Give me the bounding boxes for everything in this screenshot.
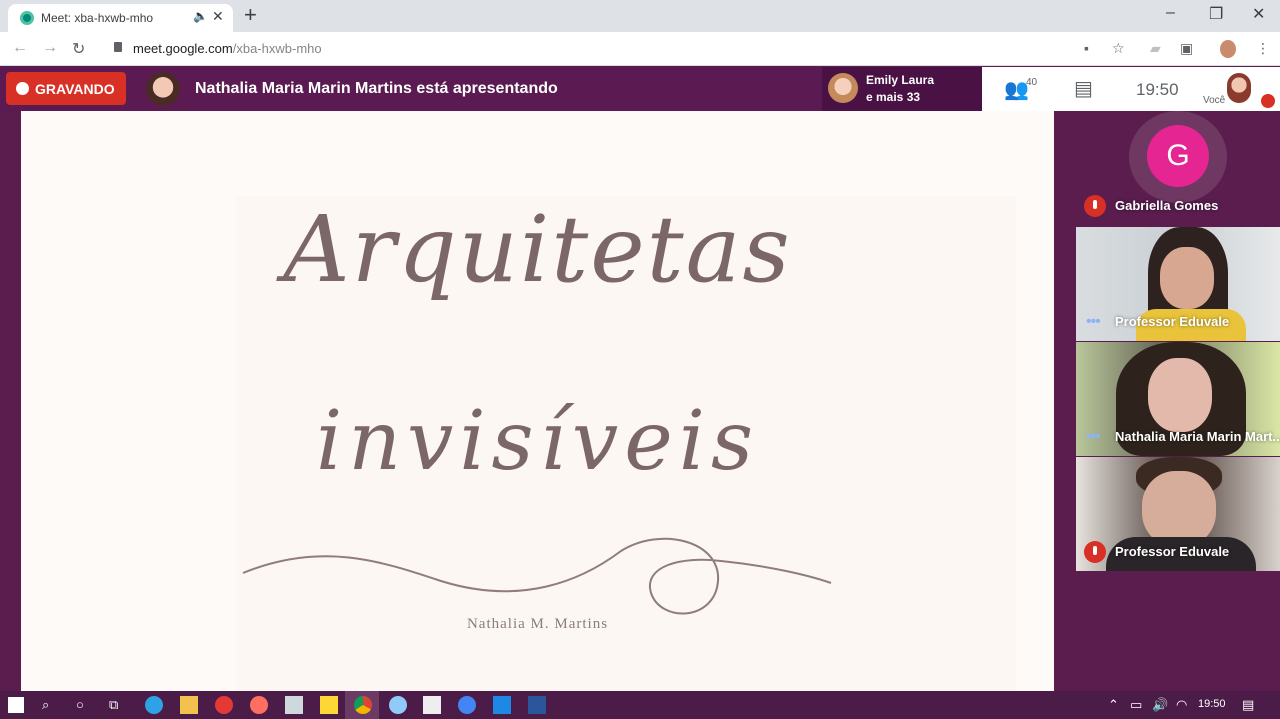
presentation-viewers[interactable]: Emily Laura e mais 33 bbox=[822, 67, 982, 111]
recording-label: GRAVANDO bbox=[35, 81, 115, 97]
google-icon[interactable] bbox=[458, 696, 476, 714]
extension-k-icon[interactable]: ▣ bbox=[1180, 40, 1193, 57]
participant-face bbox=[1160, 247, 1214, 309]
calculator-icon[interactable] bbox=[285, 696, 303, 714]
volume-icon[interactable]: 🔊 bbox=[1152, 697, 1168, 713]
meet-favicon-icon bbox=[20, 11, 34, 25]
star-icon[interactable]: ☆ bbox=[1112, 40, 1125, 57]
presentation-slide: Arquitetas invisíveis Nathalia M. Martin… bbox=[21, 111, 1054, 691]
participant-face bbox=[1148, 358, 1212, 432]
self-avatar[interactable] bbox=[1227, 73, 1251, 103]
chat-icon[interactable]: ▤ bbox=[1074, 76, 1093, 101]
viewer-name: Emily Laura bbox=[866, 73, 935, 87]
meeting-clock: 19:50 bbox=[1136, 80, 1179, 99]
speaker-icon[interactable]: 🔈 bbox=[193, 9, 208, 23]
word-icon[interactable] bbox=[528, 696, 546, 714]
search-icon[interactable]: ⌕ bbox=[42, 697, 49, 713]
chevron-up-icon[interactable]: ⌃ bbox=[1108, 697, 1119, 713]
browser-tab[interactable]: Meet: xba-hxwb-mho 🔈 ✕ bbox=[8, 4, 233, 32]
participant-name: Professor Eduvale bbox=[1115, 544, 1230, 559]
back-icon[interactable]: ← bbox=[12, 39, 28, 57]
reload-icon[interactable]: ↻ bbox=[72, 39, 85, 59]
presenting-text: Nathalia Maria Marin Martins está aprese… bbox=[195, 80, 558, 97]
app-icon[interactable] bbox=[389, 696, 407, 714]
viewer-avatar bbox=[828, 73, 858, 103]
swirl-ornament bbox=[242, 537, 832, 615]
menu-icon[interactable]: ⋮ bbox=[1256, 40, 1270, 57]
participant-name: Gabriella Gomes bbox=[1115, 198, 1219, 213]
participant-face bbox=[1142, 471, 1216, 547]
participant-avatar: G bbox=[1147, 125, 1209, 187]
recording-badge[interactable]: GRAVANDO bbox=[6, 72, 126, 105]
participant-tile[interactable]: G Gabriella Gomes bbox=[1076, 111, 1280, 225]
windows-taskbar: ⌕ ○ ⧉ ⌃ ▭ 🔊 ◠ 19:50 ▤ bbox=[0, 691, 1280, 719]
viewer-more: e mais 33 bbox=[866, 90, 921, 104]
url-host: meet.google.com bbox=[133, 41, 233, 56]
app-power-icon[interactable] bbox=[215, 696, 233, 714]
sticky-notes-icon[interactable] bbox=[320, 696, 338, 714]
chrome-icon[interactable] bbox=[354, 696, 372, 714]
taskbar-clock[interactable]: 19:50 bbox=[1198, 698, 1226, 710]
url-field[interactable]: meet.google.com/xba-hxwb-mho bbox=[133, 41, 322, 56]
tab-title: Meet: xba-hxwb-mho bbox=[41, 11, 154, 25]
presenter-avatar bbox=[146, 72, 180, 106]
wifi-icon[interactable]: ◠ bbox=[1176, 697, 1187, 713]
forward-icon[interactable]: → bbox=[42, 39, 58, 57]
participant-tile[interactable]: ••• Nathalia Maria Marin Mart... bbox=[1076, 342, 1280, 456]
edge-icon[interactable] bbox=[145, 696, 163, 714]
restore-button[interactable]: ❐ bbox=[1209, 4, 1223, 24]
record-dot-icon bbox=[16, 82, 29, 95]
address-bar: ← → ↻ meet.google.com/xba-hxwb-mho ▪ ☆ ▰… bbox=[0, 32, 1280, 66]
notifications-icon[interactable]: ▤ bbox=[1242, 697, 1254, 713]
meet-controls: 👥 40 ▤ 19:50 Você bbox=[982, 67, 1280, 111]
minimize-button[interactable]: – bbox=[1166, 4, 1175, 22]
task-view-icon[interactable]: ⧉ bbox=[109, 697, 118, 713]
participant-tile[interactable]: Professor Eduvale bbox=[1076, 457, 1280, 571]
meet-top-bar: GRAVANDO Nathalia Maria Marin Martins es… bbox=[0, 67, 1280, 111]
mail-icon[interactable] bbox=[493, 696, 511, 714]
profile-avatar-icon[interactable] bbox=[1220, 40, 1236, 58]
more-options-icon[interactable]: ••• bbox=[1086, 314, 1101, 330]
participant-name: Professor Eduvale bbox=[1115, 314, 1230, 329]
more-options-icon[interactable]: ••• bbox=[1086, 429, 1101, 445]
file-explorer-icon[interactable] bbox=[180, 696, 198, 714]
people-count: 40 bbox=[1026, 77, 1038, 88]
lock-icon[interactable] bbox=[114, 42, 122, 52]
participant-tile[interactable]: ••• Professor Eduvale bbox=[1076, 227, 1280, 341]
you-label: Você bbox=[1203, 95, 1226, 106]
windows-start-icon[interactable] bbox=[8, 697, 24, 713]
slide-author: Nathalia M. Martins bbox=[466, 616, 609, 632]
new-tab-button[interactable]: + bbox=[244, 2, 257, 28]
app-icon[interactable] bbox=[250, 696, 268, 714]
camera-blocked-icon[interactable]: ▪ bbox=[1084, 40, 1089, 56]
url-path: /xba-hxwb-mho bbox=[232, 41, 322, 56]
browser-titlebar: Meet: xba-hxwb-mho 🔈 ✕ + – ❐ ✕ bbox=[0, 0, 1280, 32]
store-icon[interactable] bbox=[423, 696, 441, 714]
cortana-icon[interactable]: ○ bbox=[76, 697, 84, 712]
mic-off-icon bbox=[1084, 541, 1106, 563]
close-window-button[interactable]: ✕ bbox=[1252, 4, 1265, 24]
mic-off-icon bbox=[1084, 195, 1106, 217]
tab-close-button[interactable]: ✕ bbox=[212, 8, 224, 25]
battery-icon[interactable]: ▭ bbox=[1130, 697, 1142, 713]
mic-off-icon bbox=[1261, 94, 1275, 108]
extension-icon[interactable]: ▰ bbox=[1150, 40, 1161, 57]
participant-name: Nathalia Maria Marin Mart... bbox=[1115, 429, 1280, 444]
